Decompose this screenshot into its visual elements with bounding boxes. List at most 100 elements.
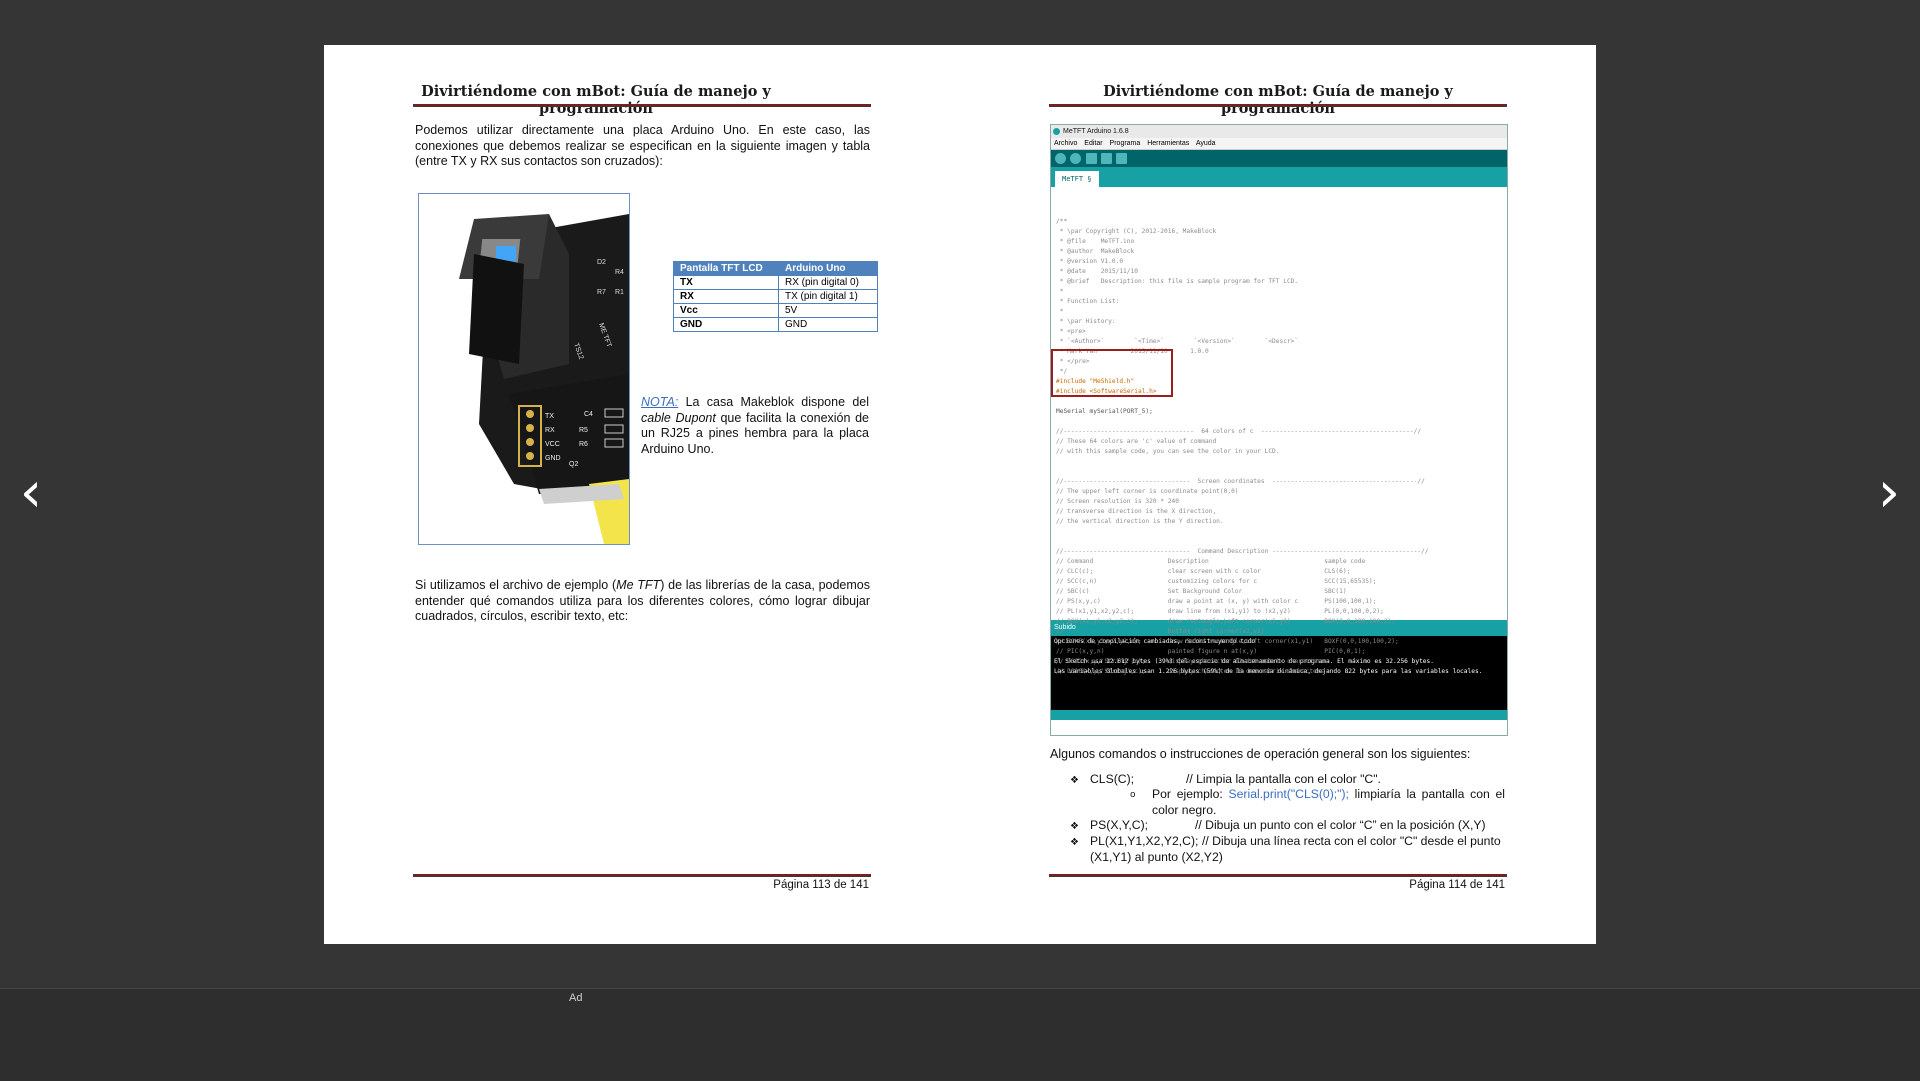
label-gnd: GND xyxy=(545,455,561,462)
code-line: //---------------------------------- Scr… xyxy=(1056,478,1425,485)
table-cell: GND xyxy=(778,317,878,332)
table-cell: RX xyxy=(673,289,779,304)
table-cell: TX (pin digital 1) xyxy=(778,289,878,304)
label-vcc: VCC xyxy=(545,441,560,448)
code-line: // DS16(x,y,'String',c); display charact… xyxy=(1056,668,1325,675)
tft-module-illustration: D2 R7 R4 R1 ME TFT TS12 TX RX VCC GND C4… xyxy=(419,194,629,544)
diamond-bullet-icon: ❖ xyxy=(1070,821,1079,832)
verify-icon xyxy=(1055,153,1066,164)
next-page-arrow-icon[interactable]: › xyxy=(1874,465,1904,525)
code-line: // BOX(x1,y1,x2,y2,c); draw rectangle,Le… xyxy=(1056,618,1395,625)
circle-bullet-icon: o xyxy=(1130,790,1136,800)
table-row: TX RX (pin digital 0) xyxy=(673,275,878,290)
page-number: Página 114 de 141 xyxy=(1409,879,1505,891)
code-line: * xyxy=(1056,308,1064,315)
nota-italic: cable Dupont xyxy=(641,410,716,425)
header-rule xyxy=(413,104,871,107)
code-line: * xyxy=(1056,288,1064,295)
table-row: GND GND xyxy=(673,317,878,332)
upload-icon xyxy=(1070,153,1081,164)
code-line: * \par Copyright (C), 2012-2016, MakeBlo… xyxy=(1056,228,1217,235)
code-line: MeSerial mySerial(PORT_5); xyxy=(1056,408,1153,415)
cmd-pl-desc: // Dibuja una línea recta con el color "… xyxy=(1090,834,1501,864)
label-c4: C4 xyxy=(584,411,593,418)
code-line: // SCC(c,n) customizing colors for c SCC… xyxy=(1056,578,1377,585)
code-line: // PL(x1,y1,x2,y2,c); draw line from (x1… xyxy=(1056,608,1384,615)
menu-item: Programa xyxy=(1109,140,1141,147)
example-italic: Me TFT xyxy=(616,578,661,592)
label-r4: R4 xyxy=(615,269,624,276)
code-line: * \par History: xyxy=(1056,318,1116,325)
left-page: Divirtiéndome con mBot: Guía de manejo y… xyxy=(324,45,960,944)
code-line: * @brief Description: this file is sampl… xyxy=(1056,278,1299,285)
intro-paragraph: Podemos utilizar directamente una placa … xyxy=(415,123,870,168)
ide-titlebar: MeTFT Arduino 1.6.8 xyxy=(1051,125,1507,138)
label-r1: R1 xyxy=(615,289,624,296)
include-highlight-box xyxy=(1051,349,1173,397)
code-line: * <pre> xyxy=(1056,328,1086,335)
ide-tabbar: MeTFT § xyxy=(1051,167,1507,187)
code-line: // PS(x,y,c) draw a point at (x, y) with… xyxy=(1056,598,1377,605)
example-code: Serial.print("CLS(0);"); xyxy=(1228,787,1349,801)
menu-item: Ayuda xyxy=(1195,140,1216,147)
arduino-ide-screenshot: MeTFT Arduino 1.6.8 Archivo Editar Progr… xyxy=(1050,124,1508,736)
code-line: // with this sample code, you can see th… xyxy=(1056,448,1280,455)
cmd-cls-desc: // Limpia la pantalla con el color "C". xyxy=(1186,772,1381,786)
code-line: // transverse direction is the X directi… xyxy=(1056,508,1217,515)
example-text: Si utilizamos el archivo de ejemplo ( xyxy=(415,578,617,592)
code-line: // DS12(x,y,'String',c); display charact… xyxy=(1056,658,1325,665)
page-spread: Divirtiéndome con mBot: Guía de manejo y… xyxy=(324,45,1596,944)
cmd-ps-desc: // Dibuja un punto con el color “C” en l… xyxy=(1195,818,1486,832)
header-rule xyxy=(1049,104,1507,107)
code-line: // PIC(x,y,n) painted figure n at(x,y) P… xyxy=(1056,648,1366,655)
code-line: * Function List: xyxy=(1056,298,1120,305)
menu-item: Archivo xyxy=(1054,140,1078,147)
diamond-bullet-icon: ❖ xyxy=(1070,775,1079,786)
ad-bar xyxy=(0,988,1920,1081)
nota-link[interactable]: NOTA: xyxy=(641,395,678,409)
example-paragraph: Si utilizamos el archivo de ejemplo (Me … xyxy=(415,578,870,625)
prev-page-arrow-icon[interactable]: ‹ xyxy=(16,465,46,525)
code-line: // CLC(c); clear screen with c color CLS… xyxy=(1056,568,1351,575)
label-d2: D2 xyxy=(597,259,606,266)
label-r7: R7 xyxy=(597,289,606,296)
document-viewer: ‹ › Divirtiéndome con mBot: Guía de mane… xyxy=(0,0,1920,988)
label-rx: RX xyxy=(545,427,555,434)
cmd-cls-example: Por ejemplo: Serial.print("CLS(0);"); li… xyxy=(1152,787,1505,818)
ide-title: MeTFT Arduino 1.6.8 xyxy=(1063,128,1129,135)
diamond-bullet-icon: ❖ xyxy=(1070,837,1079,848)
code-line: // Command Description sample code xyxy=(1056,558,1366,565)
code-line: // These 64 colors are 'c' value of comm… xyxy=(1056,438,1217,445)
ad-label: Ad xyxy=(569,992,583,1004)
table-cell: RX (pin digital 0) xyxy=(778,275,878,290)
code-line: // the vertical direction is the Y direc… xyxy=(1056,518,1224,525)
code-line: // BOXF(x1,y1,x2,y2,c); draw Solid recta… xyxy=(1056,638,1399,645)
label-r6: R6 xyxy=(579,441,588,448)
open-icon xyxy=(1101,153,1112,164)
table-header: Arduino Uno xyxy=(778,261,878,276)
code-line: //---------------------------------- Com… xyxy=(1056,548,1429,555)
connections-table: Pantalla TFT LCD Arduino Uno TX RX (pin … xyxy=(673,261,878,332)
code-line: * @version V1.0.0 xyxy=(1056,258,1124,265)
page-header: Divirtiéndome con mBot: Guía de manejo y… xyxy=(1103,83,1453,117)
ide-toolbar xyxy=(1051,150,1507,167)
menu-item: Editar xyxy=(1084,140,1103,147)
page-header: Divirtiéndome con mBot: Guía de manejo y… xyxy=(421,83,771,117)
save-icon xyxy=(1116,153,1127,164)
code-line: //----------------------------------- 64… xyxy=(1056,428,1422,435)
page-number: Página 113 de 141 xyxy=(773,879,869,891)
code-line: * @date 2015/11/10 xyxy=(1056,268,1138,275)
code-line: * @author MakeBlock xyxy=(1056,248,1135,255)
cmd-cls: CLS(C); xyxy=(1090,772,1135,786)
code-line: /** xyxy=(1056,218,1068,225)
tft-module-photo: D2 R7 R4 R1 ME TFT TS12 TX RX VCC GND C4… xyxy=(418,193,630,545)
cmd-ps: PS(X,Y,C); xyxy=(1090,818,1149,832)
footer-rule xyxy=(413,874,871,877)
code-line: // Bottom right corner(x2,y2) xyxy=(1056,628,1265,635)
